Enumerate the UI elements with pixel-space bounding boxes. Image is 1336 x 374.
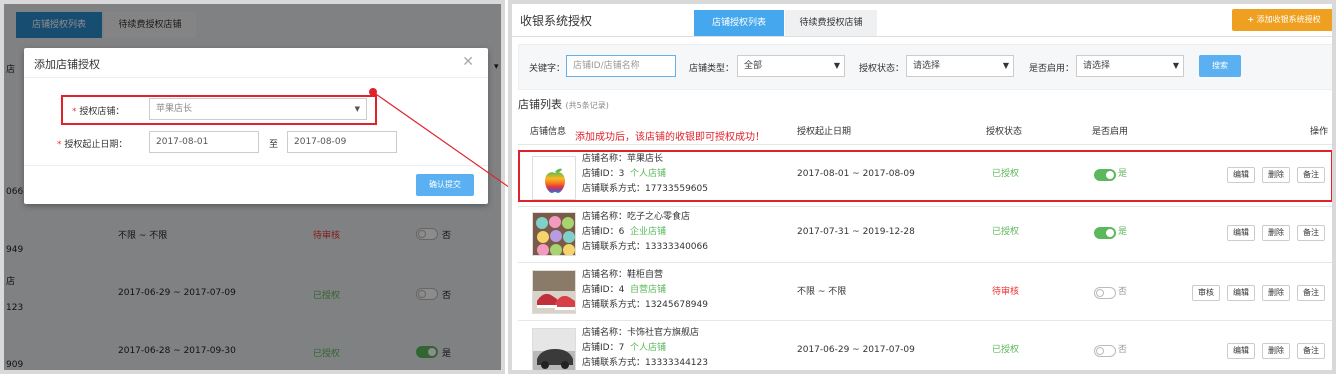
col-store-info: 店铺信息 <box>530 127 567 137</box>
store-contact: 店铺联系方式：13333344123 <box>582 358 708 368</box>
store-id: 店铺ID：7 个人店铺 <box>582 343 667 353</box>
car-image <box>533 329 575 369</box>
plus-icon: + <box>1247 15 1255 24</box>
col-enabled: 是否启用 <box>1092 127 1129 137</box>
chevron-down-icon: ▼ <box>1172 61 1179 70</box>
list-title: 店铺列表 (共5条记录) <box>518 98 609 111</box>
edit-button[interactable]: 编辑 <box>1227 343 1255 359</box>
auth-status: 已授权 <box>992 227 1020 237</box>
enabled-toggle[interactable] <box>1094 345 1116 357</box>
shoes-image <box>533 271 575 310</box>
page-title: 收银系统授权 <box>520 14 593 28</box>
auth-status: 已授权 <box>992 345 1020 355</box>
filter-bar: 关键字： 店铺ID/店铺名称 店铺类型： 全部 ▼ 授权状态： 请选择 ▼ 是否启用… <box>518 44 1332 90</box>
auth-dates: 2017-06-29 ~ 2017-07-09 <box>797 345 915 355</box>
add-auth-button[interactable]: + 添加收银系统授权 <box>1232 9 1332 31</box>
right-panel: 收银系统授权 店铺授权列表 待续费授权店铺 + 添加收银系统授权 关键字： 店铺… <box>508 0 1336 374</box>
col-actions: 操作 <box>1310 127 1329 137</box>
note-button[interactable]: 备注 <box>1297 343 1325 359</box>
enabled-toggle[interactable] <box>1094 227 1116 239</box>
tab-renewal-stores[interactable]: 待续费授权店铺 <box>785 10 877 36</box>
chevron-down-icon: ▼ <box>1002 61 1009 70</box>
note-button[interactable]: 备注 <box>1297 225 1325 241</box>
enabled-text: 否 <box>1118 287 1128 297</box>
delete-button[interactable]: 删除 <box>1262 343 1290 359</box>
enabled-select[interactable]: 请选择 ▼ <box>1076 55 1184 77</box>
note-button[interactable]: 备注 <box>1297 285 1325 301</box>
type-select[interactable]: 全部 ▼ <box>737 55 845 77</box>
enabled-text: 是 <box>1118 227 1128 237</box>
delete-button[interactable]: 删除 <box>1262 285 1290 301</box>
enabled-text: 否 <box>1118 345 1128 355</box>
store-logo <box>532 328 576 370</box>
edit-button[interactable]: 编辑 <box>1227 225 1255 241</box>
enabled-toggle[interactable] <box>1094 287 1116 299</box>
tab-store-auth-list[interactable]: 店铺授权列表 <box>694 10 784 36</box>
auth-status: 待审核 <box>992 287 1020 297</box>
store-id: 店铺ID：4 自营店铺 <box>582 285 667 295</box>
status-select[interactable]: 请选择 ▼ <box>906 55 1014 77</box>
auth-dates: 2017-07-31 ~ 2019-12-28 <box>797 227 915 237</box>
connector-dot <box>369 88 377 96</box>
row-highlight <box>518 150 1332 202</box>
store-contact: 店铺联系方式：13245678949 <box>582 300 708 310</box>
chevron-down-icon: ▼ <box>833 61 840 70</box>
store-logo <box>532 212 576 256</box>
auth-dates: 不限 ~ 不限 <box>797 287 847 297</box>
store-name: 店铺名称：吃子之心零食店 <box>582 212 691 222</box>
search-button[interactable]: 搜索 <box>1199 55 1241 77</box>
store-name: 店铺名称：鞋柜自营 <box>582 270 664 280</box>
store-name: 店铺名称：卡饰社官方旗舰店 <box>582 328 700 338</box>
col-auth-status: 授权状态 <box>986 127 1023 137</box>
review-button[interactable]: 审核 <box>1192 285 1220 301</box>
status-label: 授权状态： <box>859 64 905 74</box>
col-auth-dates: 授权起止日期 <box>797 127 852 137</box>
cupcakes-image <box>536 216 575 255</box>
store-id: 店铺ID：6 企业店铺 <box>582 227 667 237</box>
enabled-label: 是否启用： <box>1029 64 1075 74</box>
keyword-input[interactable]: 店铺ID/店铺名称 <box>566 55 676 77</box>
store-logo <box>532 270 576 314</box>
annotation-text: 添加成功后，该店铺的收银即可授权成功！ <box>575 132 765 143</box>
edit-button[interactable]: 编辑 <box>1227 285 1255 301</box>
delete-button[interactable]: 删除 <box>1262 225 1290 241</box>
keyword-label: 关键字： <box>529 64 566 74</box>
type-label: 店铺类型： <box>689 64 735 74</box>
store-contact: 店铺联系方式：13333340066 <box>582 242 708 252</box>
